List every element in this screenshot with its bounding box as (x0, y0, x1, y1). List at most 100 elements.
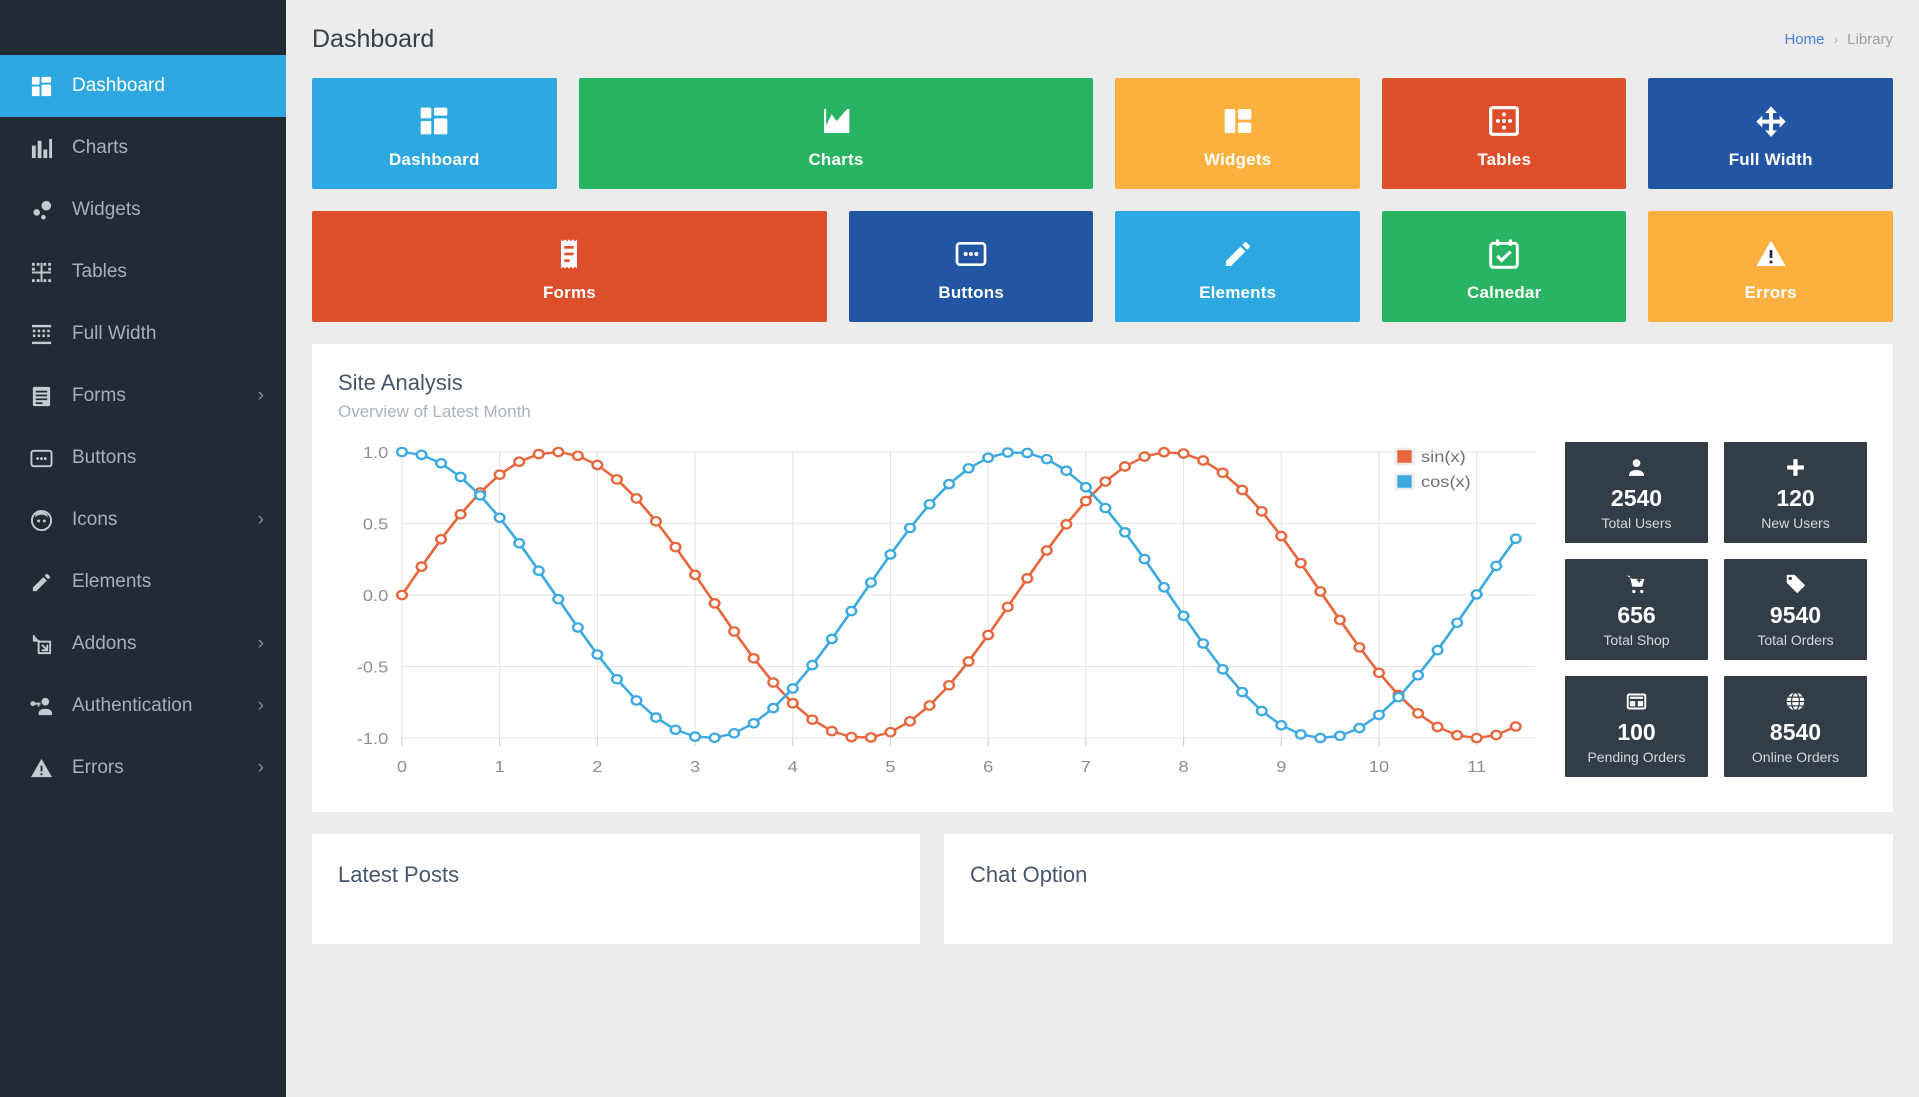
x-axis-tick-label: 2 (592, 757, 602, 776)
warning-triangle-icon (26, 755, 56, 781)
y-axis-tick-label: 0.0 (363, 586, 388, 605)
tag-icon (1785, 572, 1806, 597)
tile-full-width[interactable]: Full Width (1648, 78, 1893, 189)
tile-label: Widgets (1204, 149, 1272, 169)
stat-label: New Users (1761, 514, 1830, 531)
breadcrumb-separator-icon: › (1833, 31, 1839, 47)
key-user-icon (26, 693, 56, 719)
stat-value: 120 (1776, 484, 1815, 511)
sidebar-item-buttons[interactable]: Buttons (0, 427, 286, 489)
table-dots-icon (1488, 98, 1520, 144)
sidebar-item-forms[interactable]: Forms › (0, 365, 286, 427)
tile-calnedar[interactable]: Calnedar (1381, 211, 1627, 322)
tile-charts[interactable]: Charts (578, 78, 1094, 189)
chevron-right-icon: › (257, 695, 264, 716)
sidebar-item-label: Full Width (72, 323, 157, 344)
sidebar-item-dashboard[interactable]: Dashboard (0, 55, 286, 117)
tile-row-2: Forms Buttons Elements Calnedar Errors (312, 211, 1893, 322)
addons-resize-icon (26, 631, 56, 657)
x-axis-tick-label: 0 (397, 757, 407, 776)
tile-label: Buttons (938, 282, 1004, 302)
line-chart-icon (820, 98, 852, 144)
stat-value: 9540 (1769, 601, 1822, 628)
widgets-dots-icon (26, 197, 56, 223)
stat-card-pending-orders[interactable]: 100 Pending Orders (1565, 676, 1708, 777)
sidebar-item-label: Errors (72, 757, 124, 778)
legend-label: cos(x) (1421, 472, 1471, 491)
sidebar-item-errors[interactable]: Errors › (0, 737, 286, 799)
stat-value: 8540 (1769, 718, 1822, 745)
breadcrumb-current: Library (1847, 30, 1893, 48)
chevron-right-icon: › (257, 757, 264, 778)
sidebar-item-authentication[interactable]: Authentication › (0, 675, 286, 737)
widgets-icon (1222, 98, 1254, 144)
stat-label: Total Orders (1757, 631, 1834, 648)
stat-card-total-users[interactable]: 2540 Total Users (1565, 442, 1708, 543)
dashboard-icon (26, 73, 56, 99)
dashboard-app: Dashboard Charts Widgets Tables Full Width Fo… (0, 0, 1919, 1097)
tile-label: Full Width (1728, 149, 1813, 169)
breadcrumb-home[interactable]: Home (1784, 31, 1824, 48)
stat-card-total-orders[interactable]: 9540 Total Orders (1724, 559, 1867, 660)
x-axis-tick-label: 11 (1467, 757, 1486, 776)
sidebar-item-label: Authentication (72, 695, 193, 716)
latest-posts-panel: Latest Posts (312, 834, 920, 944)
warning-triangle-icon (1755, 231, 1787, 277)
sidebar-item-label: Dashboard (72, 75, 165, 96)
globe-icon (1785, 689, 1806, 714)
chart-legend: sin(x) cos(x) (1394, 447, 1471, 491)
topbar: Dashboard Home › Library (286, 0, 1919, 78)
stat-card-new-users[interactable]: 120 New Users (1724, 442, 1867, 543)
stat-label: Total Shop (1603, 631, 1670, 648)
sidebar-item-full-width[interactable]: Full Width (0, 303, 286, 365)
tile-label: Calnedar (1467, 282, 1542, 302)
chevron-right-icon: › (257, 633, 264, 654)
sidebar-item-elements[interactable]: Elements (0, 551, 286, 613)
site-analysis-title: Site Analysis (338, 370, 463, 395)
sidebar-item-label: Elements (72, 571, 152, 592)
stat-value: 100 (1617, 718, 1656, 745)
tile-forms[interactable]: Forms (312, 211, 827, 322)
tile-errors[interactable]: Errors (1648, 211, 1893, 322)
sidebar-item-widgets[interactable]: Widgets (0, 179, 286, 241)
site-analysis-chart: 1.0 0.5 0.0 -0.5 -1.0 0 1 2 3 4 5 6 7 8 9 10 11 sin(x) cos… (338, 438, 1549, 790)
user-icon (1626, 455, 1647, 480)
chat-option-panel: Chat Option (944, 834, 1893, 944)
y-axis-tick-label: 0.5 (363, 515, 388, 534)
sidebar-item-label: Icons (72, 509, 118, 530)
sidebar-item-label: Forms (72, 385, 126, 406)
full-width-icon (26, 321, 56, 347)
stat-card-online-orders[interactable]: 8540 Online Orders (1724, 676, 1867, 777)
sidebar: Dashboard Charts Widgets Tables Full Width Fo… (0, 0, 286, 1097)
tile-grid: Dashboard Charts Widgets Tables Full Width F… (286, 78, 1919, 322)
tile-dashboard[interactable]: Dashboard (312, 78, 557, 189)
grid-table-icon (1626, 689, 1647, 714)
buttons-icon (26, 445, 56, 471)
bottom-panels: Latest Posts Chat Option (286, 834, 1919, 944)
sidebar-item-charts[interactable]: Charts (0, 117, 286, 179)
dashboard-icon (418, 98, 450, 144)
x-axis-tick-label: 9 (1276, 757, 1286, 776)
x-axis-tick-label: 10 (1369, 757, 1389, 776)
chat-option-title: Chat Option (970, 862, 1088, 887)
x-axis-tick-label: 7 (1081, 757, 1091, 776)
stat-label: Total Users (1601, 514, 1672, 531)
site-analysis-panel: Site Analysis Overview of Latest Month 1… (312, 344, 1893, 812)
sidebar-item-tables[interactable]: Tables (0, 241, 286, 303)
site-analysis-subtitle: Overview of Latest Month (338, 402, 531, 421)
stat-label: Online Orders (1751, 748, 1840, 765)
receipt-icon (553, 231, 585, 277)
stat-card-total-shop[interactable]: 656 Total Shop (1565, 559, 1708, 660)
x-axis-tick-label: 5 (885, 757, 895, 776)
smiley-face-icon (26, 507, 56, 533)
stat-label: Pending Orders (1587, 748, 1686, 765)
forms-icon (26, 383, 56, 409)
tile-elements[interactable]: Elements (1115, 211, 1360, 322)
legend-label: sin(x) (1421, 447, 1466, 466)
sidebar-item-addons[interactable]: Addons › (0, 613, 286, 675)
tile-tables[interactable]: Tables (1381, 78, 1627, 189)
sidebar-item-icons[interactable]: Icons › (0, 489, 286, 551)
tile-buttons[interactable]: Buttons (848, 211, 1094, 322)
tile-widgets[interactable]: Widgets (1115, 78, 1360, 189)
sidebar-item-label: Buttons (72, 447, 137, 468)
